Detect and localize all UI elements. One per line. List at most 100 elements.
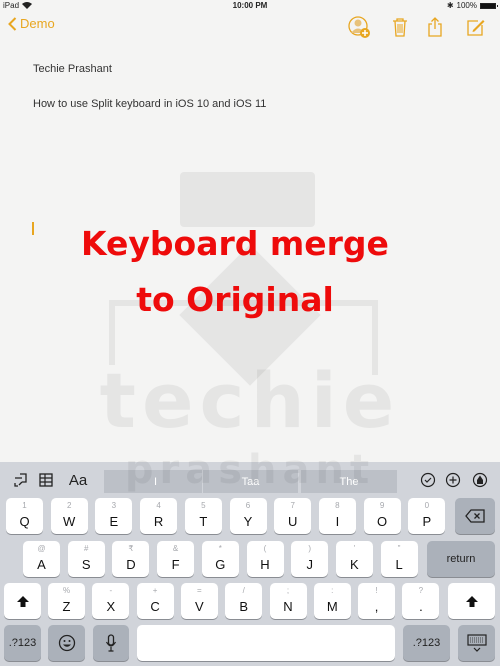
back-button[interactable]: Demo xyxy=(8,16,55,31)
shift-icon xyxy=(4,583,41,619)
key-label: O xyxy=(377,514,388,529)
key-hint: 4 xyxy=(156,501,161,510)
chevron-left-icon xyxy=(8,16,17,31)
keyboard-dismiss-icon xyxy=(458,625,495,661)
return-key[interactable]: return xyxy=(427,541,495,577)
key-label: U xyxy=(287,514,298,529)
back-label: Demo xyxy=(20,16,55,31)
key-hint: 0 xyxy=(424,501,430,510)
key-y[interactable]: 6Y xyxy=(229,498,267,534)
key-label: W xyxy=(63,514,76,529)
delete-backward-icon xyxy=(455,498,495,534)
overlay-annotation-line1: Keyboard merge xyxy=(81,224,389,263)
key-t[interactable]: 5T xyxy=(184,498,222,534)
status-bar: iPad 10:00 PM ✱ 100% xyxy=(0,0,500,12)
key-hint: % xyxy=(62,586,71,595)
key-label: .?123 xyxy=(412,637,441,649)
watermark-word-prashant: prashant xyxy=(124,447,376,493)
key-hint: & xyxy=(172,544,179,553)
key-e[interactable]: 3E xyxy=(95,498,133,534)
key-p[interactable]: 0P xyxy=(408,498,446,534)
key-o[interactable]: 9O xyxy=(363,498,401,534)
key-r[interactable]: 4R xyxy=(140,498,178,534)
numbers-key-right[interactable]: .?123 xyxy=(403,625,450,661)
key-a[interactable]: @ A xyxy=(23,541,60,577)
key-label: R xyxy=(153,514,164,529)
key-hint: ( xyxy=(263,544,267,553)
key-hint: 1 xyxy=(22,501,27,510)
trash-icon[interactable] xyxy=(388,15,412,39)
key-label: L xyxy=(395,557,403,572)
key-hint: = xyxy=(197,586,202,595)
key-x[interactable]: -X xyxy=(92,583,130,619)
key-hint: ₹ xyxy=(128,544,134,553)
key-n[interactable]: ; N xyxy=(269,583,307,619)
key-hint: 2 xyxy=(66,501,72,510)
hide-keyboard-key[interactable] xyxy=(458,625,495,661)
key-label: K xyxy=(350,557,359,572)
shift-key-left[interactable] xyxy=(4,583,41,619)
shift-key-right[interactable] xyxy=(448,583,495,619)
key-h[interactable]: (H xyxy=(246,541,284,577)
share-icon[interactable] xyxy=(423,15,447,39)
key-hint: " xyxy=(397,544,401,553)
key-g[interactable]: * G xyxy=(201,541,239,577)
key-label: N xyxy=(283,599,293,614)
battery-percent: 100% xyxy=(456,1,477,10)
key-hint: * xyxy=(218,544,222,553)
microphone-icon xyxy=(93,625,129,661)
key-hint: 6 xyxy=(245,501,251,510)
key-v[interactable]: = V xyxy=(180,583,218,619)
key-j[interactable]: ) J xyxy=(291,541,329,577)
key-label: E xyxy=(109,514,119,529)
note-body-line: How to use Split keyboard in iOS 10 and … xyxy=(33,98,267,110)
emoji-key[interactable] xyxy=(48,625,85,661)
key-z[interactable]: % Z xyxy=(48,583,85,619)
key-label: G xyxy=(215,557,226,572)
key-label: J xyxy=(306,557,313,572)
note-title: Techie Prashant xyxy=(33,63,112,75)
key-hint: 7 xyxy=(290,501,295,510)
key-f[interactable]: & F xyxy=(157,541,195,577)
dictation-key[interactable] xyxy=(93,625,129,661)
emoji-icon xyxy=(48,625,85,661)
key-b[interactable]: / B xyxy=(225,583,263,619)
delete-key[interactable] xyxy=(455,498,495,534)
ipad-screen: techie prashant iPad 10:00 PM ✱ 100% Dem… xyxy=(0,0,500,666)
key-label: D xyxy=(126,557,136,572)
key-label: B xyxy=(239,599,249,614)
bluetooth-icon: ✱ xyxy=(446,1,454,10)
key-label: Q xyxy=(19,514,30,529)
key-label: , xyxy=(374,599,379,614)
key-hint: @ xyxy=(37,544,46,553)
key-label: T xyxy=(199,514,208,529)
numbers-key-left[interactable]: .?123 xyxy=(4,625,41,661)
key-d[interactable]: ₹ D xyxy=(112,541,150,577)
key-u[interactable]: 7U xyxy=(274,498,312,534)
key-label: P xyxy=(422,514,432,529)
key-i[interactable]: 8I xyxy=(318,498,356,534)
key-label: M xyxy=(326,599,338,614)
key-label: A xyxy=(37,557,46,572)
add-person-icon[interactable] xyxy=(347,15,371,39)
key-q[interactable]: 1Q xyxy=(6,498,43,534)
key-comma[interactable]: !, xyxy=(358,583,396,619)
key-label: V xyxy=(195,599,204,614)
battery-icon xyxy=(480,2,498,9)
key-period[interactable]: ?. xyxy=(402,583,440,619)
key-k[interactable]: ' K xyxy=(335,541,373,577)
key-hint: / xyxy=(242,586,245,595)
key-label: return xyxy=(446,553,476,565)
key-c[interactable]: + C xyxy=(136,583,174,619)
space-bar[interactable] xyxy=(137,625,395,661)
key-label: S xyxy=(81,557,91,572)
key-hint: + xyxy=(152,586,158,595)
navigation-bar: Demo xyxy=(0,12,500,42)
key-s[interactable]: # S xyxy=(67,541,105,577)
key-m[interactable]: :M xyxy=(313,583,351,619)
shift-icon xyxy=(448,583,495,619)
key-l[interactable]: " L xyxy=(380,541,418,577)
key-w[interactable]: 2W xyxy=(50,498,88,534)
key-hint: ! xyxy=(375,586,378,595)
compose-icon[interactable] xyxy=(464,15,488,39)
